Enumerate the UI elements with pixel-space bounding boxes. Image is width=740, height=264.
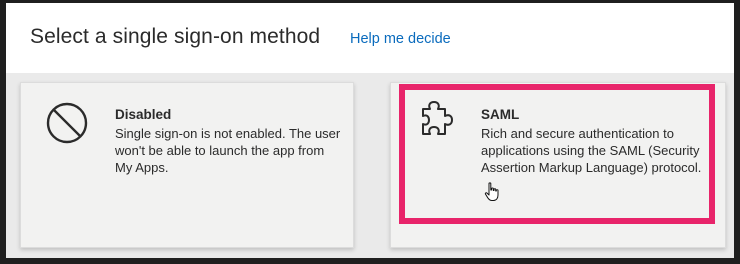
panel-header: Select a single sign-on method Help me d…: [6, 3, 734, 73]
sso-option-disabled-card[interactable]: Disabled Single sign-on is not enabled. …: [20, 82, 354, 248]
sso-method-panel: Select a single sign-on method Help me d…: [6, 3, 734, 258]
sso-option-saml-card[interactable]: SAML Rich and secure authentication to a…: [390, 82, 726, 248]
card-description: Single sign-on is not enabled. The user …: [115, 126, 341, 175]
puzzle-piece-icon: [422, 101, 453, 135]
card-title: Disabled: [115, 107, 172, 122]
prohibited-icon: [46, 102, 88, 144]
card-description: Rich and secure authentication to applic…: [481, 126, 702, 175]
hand-pointer-cursor-icon: [484, 182, 499, 201]
card-title: SAML: [481, 107, 520, 122]
help-me-decide-link[interactable]: Help me decide: [350, 31, 451, 47]
page-title: Select a single sign-on method: [30, 25, 321, 48]
sso-method-options: Disabled Single sign-on is not enabled. …: [6, 73, 734, 258]
